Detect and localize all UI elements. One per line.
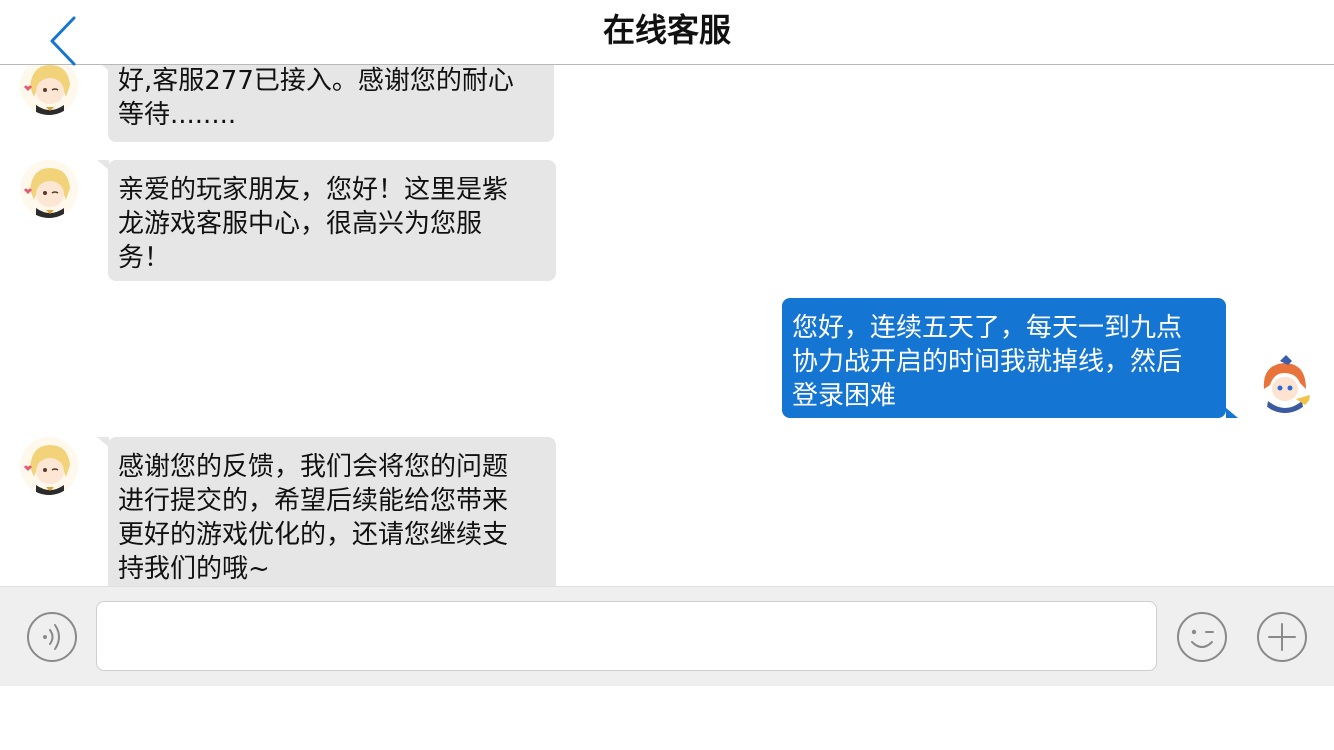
- incoming-message-bubble[interactable]: 感谢您的反馈，我们会将您的问题 进行提交的，希望后续能给您带来 更好的游戏优化的…: [108, 437, 556, 586]
- incoming-message-bubble[interactable]: 好,客服277已接入。感谢您的耐心 等待........: [108, 65, 554, 142]
- voice-button[interactable]: [25, 610, 79, 664]
- chat-screen: 在线客服 好,客服277已接入。感谢您的耐心 等待........ 亲爱的玩家朋…: [0, 0, 1334, 750]
- voice-icon: [27, 612, 77, 662]
- more-button[interactable]: [1255, 610, 1309, 664]
- outgoing-message-bubble[interactable]: 您好，连续五天了，每天一到九点 协力战开启的时间我就掉线，然后 登录困难: [782, 298, 1226, 418]
- emoji-button[interactable]: [1175, 610, 1229, 664]
- input-bar: [0, 586, 1334, 687]
- agent-avatar[interactable]: [20, 65, 78, 115]
- emoji-icon: [1177, 612, 1227, 662]
- message-input[interactable]: [96, 601, 1157, 671]
- message-list[interactable]: 好,客服277已接入。感谢您的耐心 等待........ 亲爱的玩家朋友，您好！…: [0, 65, 1334, 586]
- keyboard-spacer: [0, 686, 1334, 750]
- agent-avatar[interactable]: [20, 160, 78, 218]
- agent-avatar[interactable]: [20, 437, 78, 495]
- page-title: 在线客服: [602, 11, 731, 49]
- bubble-tail: [1226, 408, 1238, 418]
- plus-icon: [1257, 612, 1307, 662]
- nav-bar: 在线客服: [0, 0, 1334, 66]
- user-avatar[interactable]: [1256, 355, 1314, 413]
- incoming-message-bubble[interactable]: 亲爱的玩家朋友，您好！这里是紫 龙游戏客服中心，很高兴为您服 务！: [108, 160, 556, 281]
